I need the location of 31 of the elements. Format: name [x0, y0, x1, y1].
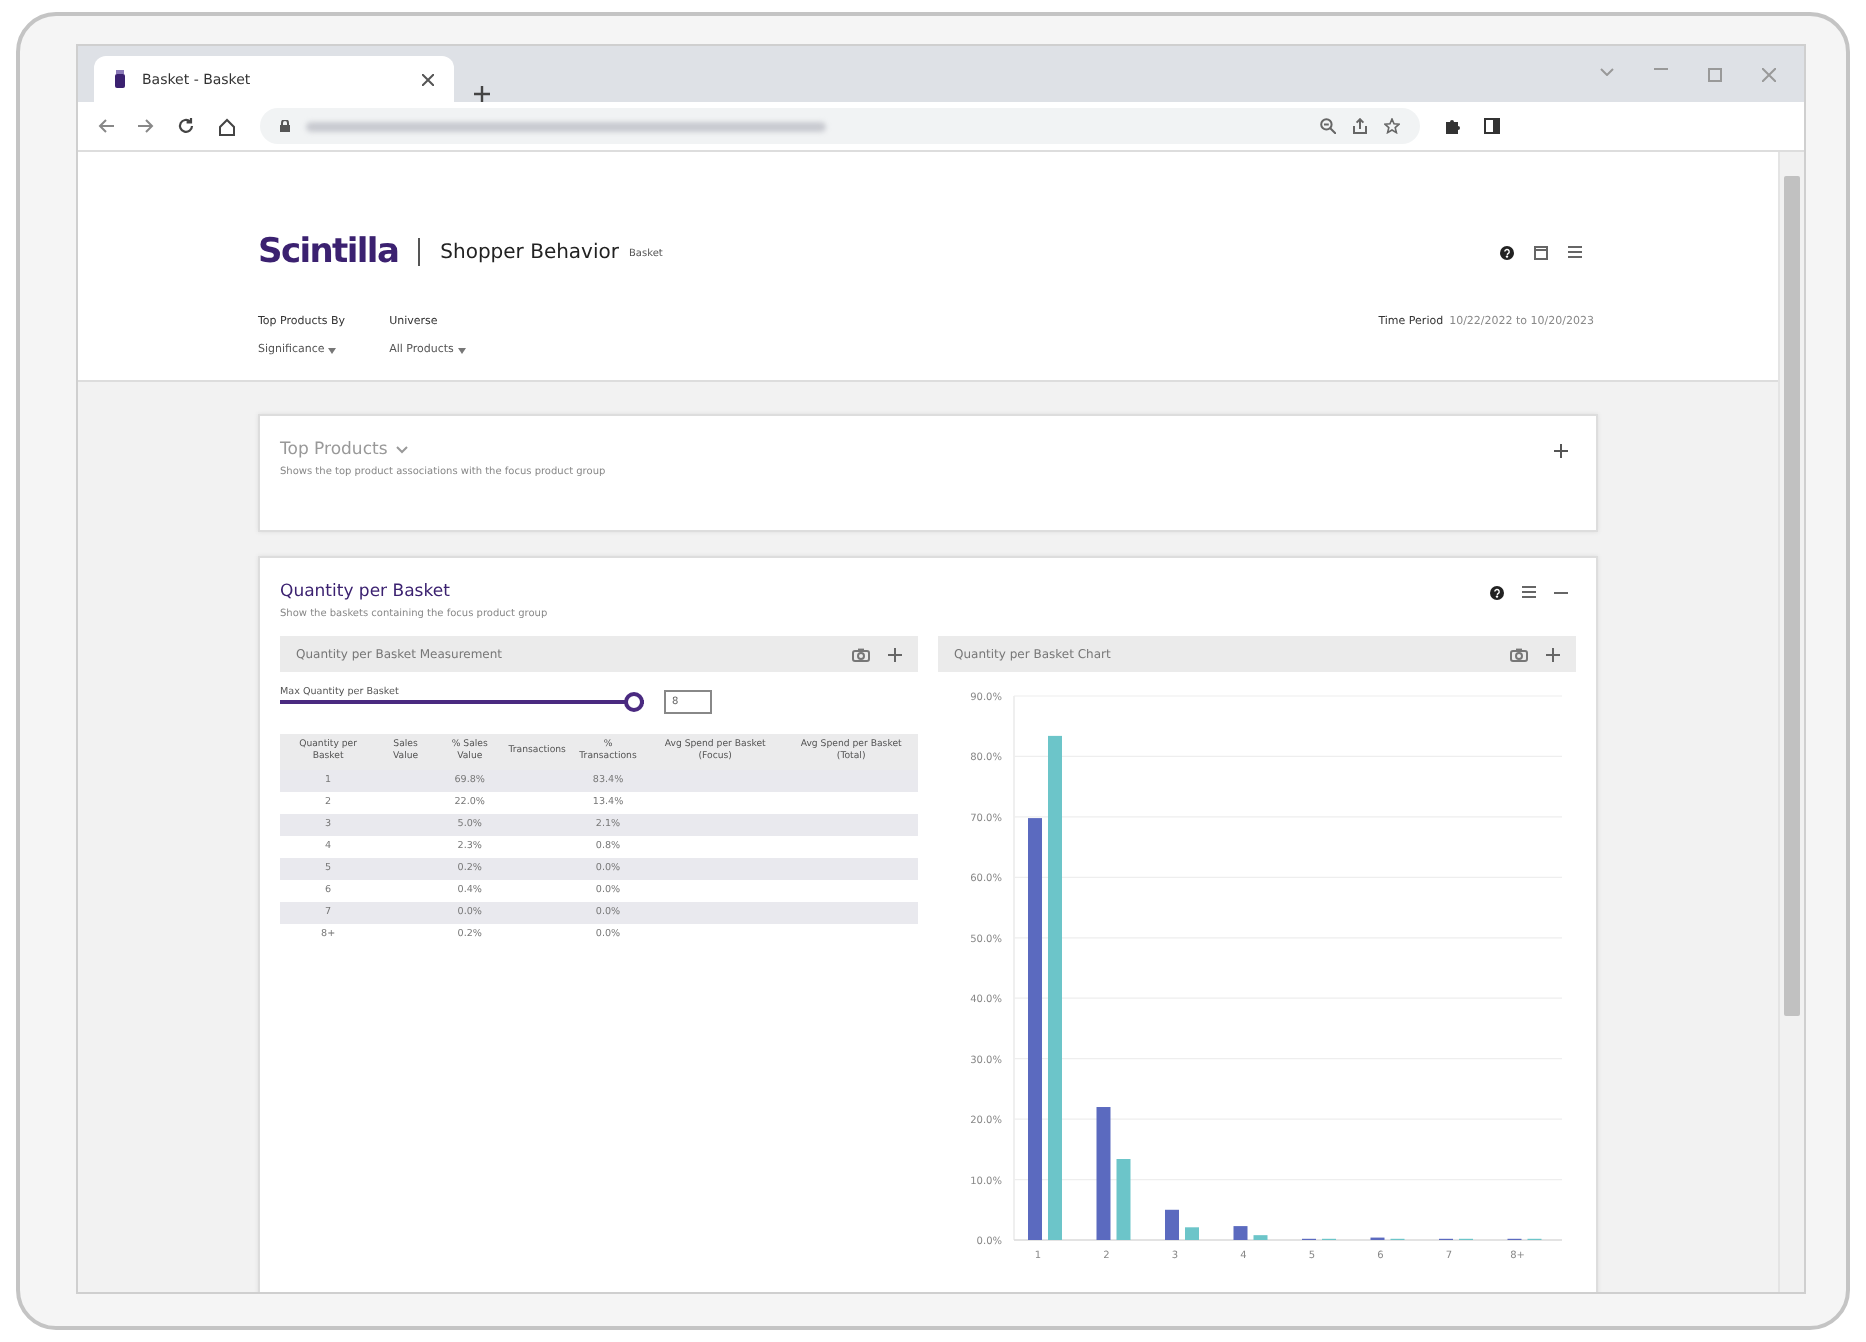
back-icon[interactable] — [98, 118, 114, 134]
chevron-down-icon[interactable] — [395, 446, 408, 454]
page-title: Shopper Behavior — [440, 241, 619, 263]
plus-icon[interactable] — [888, 647, 902, 661]
help-icon[interactable] — [1500, 245, 1514, 259]
expand-icon[interactable] — [1554, 443, 1568, 457]
app-logo: Scintilla — [258, 232, 399, 272]
reload-icon[interactable] — [178, 118, 194, 134]
lock-icon[interactable] — [280, 120, 290, 132]
menu-icon[interactable] — [1522, 586, 1536, 598]
star-icon[interactable] — [1384, 118, 1400, 134]
card-title: Quantity per Basket — [280, 582, 450, 602]
basket-icon[interactable] — [114, 70, 126, 88]
share-icon[interactable] — [1352, 118, 1368, 134]
zoom-icon[interactable] — [1320, 118, 1336, 134]
puzzle-icon[interactable] — [1444, 118, 1460, 134]
camera-icon[interactable] — [1510, 647, 1528, 661]
window-icon[interactable] — [1534, 245, 1548, 259]
scrollbar[interactable] — [1778, 152, 1804, 1292]
home-icon[interactable] — [218, 117, 236, 135]
side-panel-icon[interactable] — [1484, 118, 1500, 134]
caret-icon[interactable] — [457, 347, 466, 353]
caret-icon[interactable] — [328, 347, 337, 353]
card-title: Top Products — [280, 440, 388, 460]
help-icon[interactable] — [1490, 585, 1504, 599]
menu-icon[interactable] — [1568, 246, 1582, 258]
close-icon[interactable] — [422, 73, 434, 85]
forward-icon[interactable] — [138, 118, 154, 134]
plus-icon[interactable] — [1546, 647, 1560, 661]
camera-icon[interactable] — [852, 647, 870, 661]
new-tab-icon[interactable] — [474, 86, 490, 102]
